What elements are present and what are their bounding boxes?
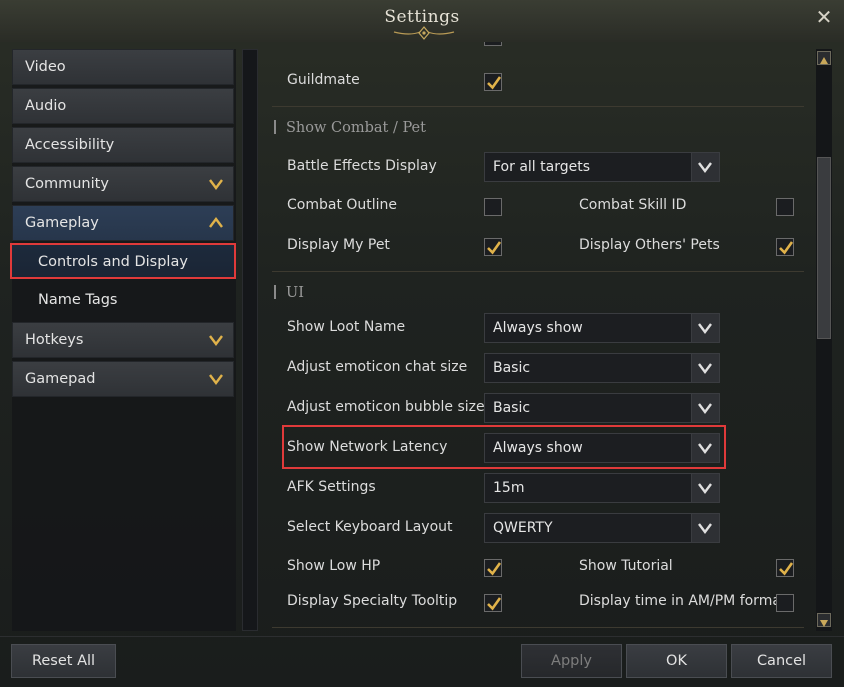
sidebar-item-name-tags[interactable]: Name Tags: [12, 283, 234, 319]
sidebar-item-label: Accessibility: [25, 137, 115, 153]
sidebar-item-audio[interactable]: Audio: [12, 88, 234, 124]
display-my-pet-label: Display My Pet: [287, 237, 390, 253]
checkmark-icon: [487, 597, 502, 611]
sidebar-item-label: Video: [25, 59, 66, 75]
combat-skill-id-label: Combat Skill ID: [579, 197, 687, 213]
chevron-down-icon: [209, 179, 223, 190]
battle-effects-label: Battle Effects Display: [287, 158, 437, 174]
section-divider: [272, 627, 804, 628]
show-tutorial-checkbox[interactable]: [776, 559, 794, 577]
chevron-down-icon[interactable]: [691, 314, 719, 342]
section-divider: [272, 106, 804, 107]
dropdown-value: Always show: [493, 320, 583, 336]
sidebar-item-label: Audio: [25, 98, 67, 114]
combat-outline-label: Combat Outline: [287, 197, 398, 213]
sidebar-item-accessibility[interactable]: Accessibility: [12, 127, 234, 163]
keyboard-layout-label: Select Keyboard Layout: [287, 519, 453, 535]
sidebar-item-label: Name Tags: [38, 292, 118, 308]
ok-button[interactable]: OK: [626, 644, 727, 678]
checkmark-icon: [487, 562, 502, 576]
sidebar-scrollbar[interactable]: [242, 49, 258, 631]
chevron-down-icon[interactable]: [691, 434, 719, 462]
reset-all-button[interactable]: Reset All: [11, 644, 116, 678]
dropdown-value: Basic: [493, 360, 531, 376]
chevron-up-icon: [209, 217, 223, 228]
cancel-button[interactable]: Cancel: [731, 644, 832, 678]
settings-window: Settings ✕ Video Audio Accessibility Com…: [0, 0, 844, 687]
checkbox-partial[interactable]: [484, 42, 502, 46]
afk-settings-dropdown[interactable]: 15m: [484, 473, 720, 503]
close-icon[interactable]: ✕: [812, 6, 836, 30]
show-loot-name-label: Show Loot Name: [287, 319, 406, 335]
show-tutorial-label: Show Tutorial: [579, 558, 673, 574]
sidebar-item-label: Hotkeys: [25, 332, 84, 348]
chevron-down-icon[interactable]: [691, 394, 719, 422]
chevron-down-icon[interactable]: [691, 474, 719, 502]
emoticon-bubble-size-label: Adjust emoticon bubble size: [287, 399, 485, 415]
title-bar: Settings ✕: [0, 0, 844, 42]
combat-skill-id-checkbox[interactable]: [776, 198, 794, 216]
chevron-down-icon: [209, 335, 223, 346]
show-low-hp-label: Show Low HP: [287, 558, 381, 574]
chevron-down-icon[interactable]: [691, 514, 719, 542]
dropdown-value: 15m: [493, 480, 525, 496]
guildmate-label: Guildmate: [287, 72, 360, 88]
checkmark-icon: [779, 241, 794, 255]
checkmark-icon: [487, 76, 502, 90]
dropdown-value: QWERTY: [493, 520, 553, 536]
checkmark-icon: [779, 562, 794, 576]
dropdown-value: Always show: [493, 440, 583, 456]
emoticon-chat-size-dropdown[interactable]: Basic: [484, 353, 720, 383]
network-latency-label: Show Network Latency: [287, 439, 448, 455]
scroll-thumb[interactable]: [817, 157, 831, 339]
sidebar-item-hotkeys[interactable]: Hotkeys: [12, 322, 234, 358]
section-title-combat: Show Combat / Pet: [274, 120, 426, 136]
apply-button[interactable]: Apply: [521, 644, 622, 678]
sidebar-item-label: Controls and Display: [38, 254, 188, 270]
window-title: Settings: [384, 7, 460, 27]
battle-effects-dropdown[interactable]: For all targets: [484, 152, 720, 182]
scroll-down-arrow-icon[interactable]: [817, 613, 831, 627]
scroll-up-arrow-icon[interactable]: [817, 51, 831, 65]
combat-outline-checkbox[interactable]: [484, 198, 502, 216]
emoticon-chat-size-label: Adjust emoticon chat size: [287, 359, 468, 375]
sidebar-item-label: Community: [25, 176, 109, 192]
footer-divider: [0, 636, 844, 637]
dropdown-value: For all targets: [493, 159, 590, 175]
sidebar-item-label: Gamepad: [25, 371, 96, 387]
sidebar-item-video[interactable]: Video: [12, 49, 234, 85]
show-low-hp-checkbox[interactable]: [484, 559, 502, 577]
checkmark-icon: [487, 241, 502, 255]
keyboard-layout-dropdown[interactable]: QWERTY: [484, 513, 720, 543]
settings-sidebar: Video Audio Accessibility Community Game…: [10, 49, 236, 631]
network-latency-dropdown[interactable]: Always show: [484, 433, 720, 463]
specialty-tooltip-label: Display Specialty Tooltip: [287, 593, 458, 609]
display-my-pet-checkbox[interactable]: [484, 238, 502, 256]
content-scrollbar[interactable]: [816, 49, 832, 631]
guildmate-checkbox[interactable]: [484, 73, 502, 91]
display-others-pets-label: Display Others' Pets: [579, 237, 720, 253]
chevron-down-icon[interactable]: [691, 354, 719, 382]
sidebar-item-gamepad[interactable]: Gamepad: [12, 361, 234, 397]
show-loot-name-dropdown[interactable]: Always show: [484, 313, 720, 343]
display-others-pets-checkbox[interactable]: [776, 238, 794, 256]
chevron-down-icon[interactable]: [691, 153, 719, 181]
ampm-format-label: Display time in AM/PM format: [579, 593, 787, 609]
sidebar-item-gameplay[interactable]: Gameplay: [12, 205, 234, 241]
sidebar-item-label: Gameplay: [25, 215, 99, 231]
dropdown-value: Basic: [493, 400, 531, 416]
settings-content-panel: Guildmate Show Combat / Pet Battle Effec…: [272, 42, 806, 630]
section-title-ui: UI: [274, 285, 304, 301]
chevron-down-icon: [209, 374, 223, 385]
specialty-tooltip-checkbox[interactable]: [484, 594, 502, 612]
ampm-format-checkbox[interactable]: [776, 594, 794, 612]
section-divider: [272, 271, 804, 272]
afk-settings-label: AFK Settings: [287, 479, 376, 495]
sidebar-item-controls-and-display[interactable]: Controls and Display: [10, 243, 236, 279]
sidebar-item-community[interactable]: Community: [12, 166, 234, 202]
emoticon-bubble-size-dropdown[interactable]: Basic: [484, 393, 720, 423]
